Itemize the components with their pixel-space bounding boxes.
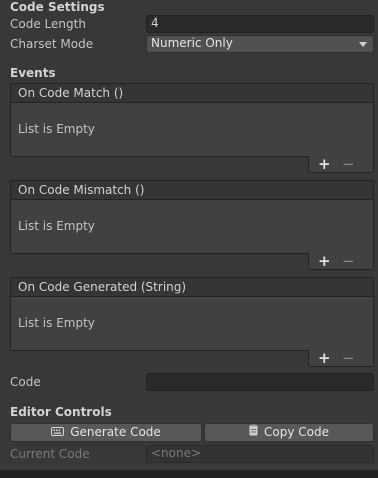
list-empty-text: List is Empty bbox=[18, 122, 95, 136]
events-title: Events bbox=[10, 66, 56, 80]
add-item-button[interactable]: + bbox=[318, 156, 331, 172]
generate-code-label: Generate Code bbox=[70, 425, 161, 439]
code-field[interactable] bbox=[146, 373, 374, 391]
clipboard-icon bbox=[249, 424, 258, 441]
add-item-button[interactable]: + bbox=[318, 253, 331, 269]
remove-item-button[interactable]: − bbox=[342, 350, 355, 366]
event-header-on-code-generated[interactable]: On Code Generated (String) bbox=[10, 277, 374, 297]
list-footer: + − bbox=[308, 253, 374, 270]
charset-mode-value: Numeric Only bbox=[151, 36, 233, 50]
list-footer: + − bbox=[308, 156, 374, 173]
remove-item-button[interactable]: − bbox=[342, 156, 355, 172]
current-code-field: <none> bbox=[146, 445, 374, 463]
code-settings-title: Code Settings bbox=[10, 0, 105, 14]
event-list-body: List is Empty bbox=[10, 200, 374, 254]
code-length-field[interactable]: 4 bbox=[146, 15, 374, 33]
inspector-panel: Code Settings Code Length 4 Charset Mode… bbox=[0, 0, 378, 478]
generate-code-button[interactable]: Generate Code bbox=[10, 423, 202, 442]
current-code-label: Current Code bbox=[10, 447, 90, 461]
charset-mode-dropdown[interactable]: Numeric Only bbox=[146, 35, 374, 53]
list-footer: + − bbox=[308, 350, 374, 367]
bottom-divider bbox=[0, 470, 378, 478]
event-list-body: List is Empty bbox=[10, 297, 374, 351]
code-length-label: Code Length bbox=[10, 17, 86, 31]
chevron-down-icon bbox=[359, 42, 367, 47]
code-label: Code bbox=[10, 375, 41, 389]
charset-mode-label: Charset Mode bbox=[10, 37, 94, 51]
editor-controls-title: Editor Controls bbox=[10, 405, 112, 419]
remove-item-button[interactable]: − bbox=[342, 253, 355, 269]
list-empty-text: List is Empty bbox=[18, 316, 95, 330]
keyboard-icon bbox=[51, 424, 65, 441]
add-item-button[interactable]: + bbox=[318, 350, 331, 366]
event-header-on-code-match[interactable]: On Code Match () bbox=[10, 83, 374, 103]
list-empty-text: List is Empty bbox=[18, 219, 95, 233]
event-header-on-code-mismatch[interactable]: On Code Mismatch () bbox=[10, 180, 374, 200]
copy-code-button[interactable]: Copy Code bbox=[204, 423, 374, 442]
copy-code-label: Copy Code bbox=[264, 425, 329, 439]
event-list-body: List is Empty bbox=[10, 103, 374, 157]
